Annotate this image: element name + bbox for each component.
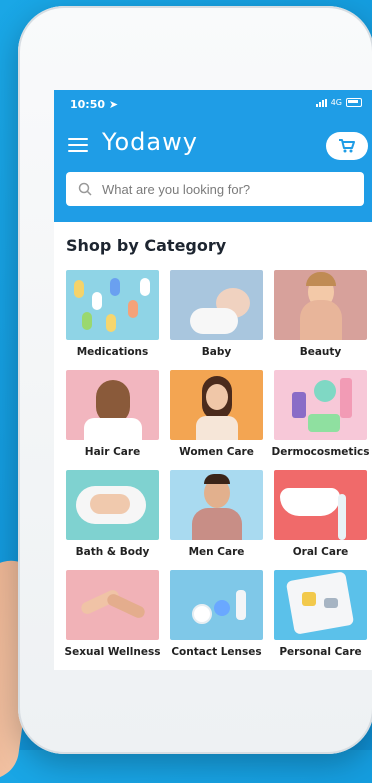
category-image	[170, 270, 263, 340]
category-image	[170, 470, 263, 540]
category-grid: Medications Baby Beauty Hair Care Women …	[64, 270, 370, 670]
cart-icon	[339, 139, 355, 153]
category-image	[66, 470, 159, 540]
category-label: Men Care	[188, 546, 245, 558]
category-hair-care[interactable]: Hair Care	[66, 370, 159, 470]
category-label: Women Care	[179, 446, 254, 458]
phone-frame: 10:50 ➤ 4G Yodawy What are you looking f…	[18, 6, 372, 754]
category-label: Beauty	[299, 346, 342, 358]
category-label: Medications	[76, 346, 149, 358]
category-image	[170, 370, 263, 440]
search-input[interactable]	[100, 180, 354, 198]
category-image	[274, 470, 367, 540]
status-time: 10:50 ➤	[70, 98, 119, 111]
category-baby[interactable]: Baby	[170, 270, 263, 370]
category-label: Baby	[201, 346, 232, 358]
app-logo: Yodawy	[102, 128, 198, 156]
category-contact-lenses[interactable]: Contact Lenses	[170, 570, 263, 670]
battery-icon	[346, 98, 362, 107]
category-beauty[interactable]: Beauty	[274, 270, 367, 370]
category-image	[274, 270, 367, 340]
category-label: Personal Care	[279, 646, 362, 658]
search-icon	[78, 182, 92, 196]
category-medications[interactable]: Medications	[66, 270, 159, 370]
app-screen: 10:50 ➤ 4G Yodawy What are you looking f…	[54, 90, 372, 670]
category-label: Bath & Body	[75, 546, 150, 558]
category-image	[274, 370, 367, 440]
category-personal-care[interactable]: Personal Care	[274, 570, 367, 670]
menu-icon[interactable]	[68, 138, 88, 152]
category-dermocosmetics[interactable]: Dermocosmetics	[271, 370, 370, 470]
category-women-care[interactable]: Women Care	[170, 370, 263, 470]
category-image	[66, 270, 159, 340]
category-label: Oral Care	[292, 546, 349, 558]
status-indicators: 4G	[315, 98, 362, 107]
category-image	[66, 570, 159, 640]
category-image	[274, 570, 367, 640]
category-men-care[interactable]: Men Care	[170, 470, 263, 570]
category-image	[170, 570, 263, 640]
category-label: Sexual Wellness	[64, 646, 161, 658]
cart-button[interactable]	[326, 132, 368, 160]
category-label: Dermocosmetics	[271, 446, 370, 458]
category-bath-body[interactable]: Bath & Body	[66, 470, 159, 570]
signal-icon	[315, 98, 327, 107]
app-header: 10:50 ➤ 4G Yodawy	[54, 90, 372, 222]
section-title: Shop by Category	[66, 236, 227, 255]
category-image	[66, 370, 159, 440]
category-label: Hair Care	[84, 446, 141, 458]
network-label: 4G	[330, 98, 342, 107]
category-label: Contact Lenses	[171, 646, 262, 658]
search-bar[interactable]	[66, 172, 364, 206]
category-oral-care[interactable]: Oral Care	[274, 470, 367, 570]
category-sexual-wellness[interactable]: Sexual Wellness	[64, 570, 161, 670]
